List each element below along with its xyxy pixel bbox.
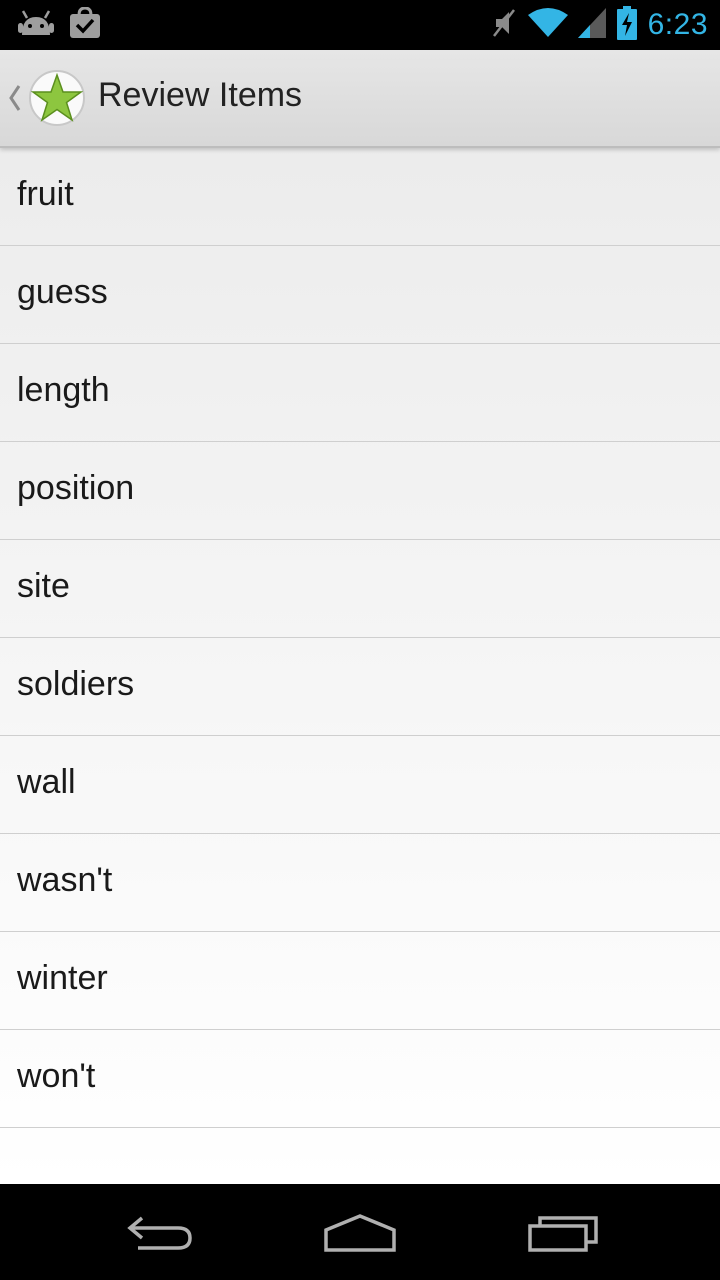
list-item-label: length xyxy=(17,371,110,409)
list-item-label: soldiers xyxy=(17,665,135,703)
list-item-label: position xyxy=(17,469,135,507)
status-bar: 6:23 xyxy=(0,0,720,50)
mute-icon xyxy=(490,7,518,44)
list-item[interactable]: soldiers xyxy=(0,638,720,736)
list-item-label: site xyxy=(17,567,70,605)
action-bar: Review Items xyxy=(0,50,720,148)
list-item-label: winter xyxy=(17,959,108,997)
list-item-label: fruit xyxy=(17,175,74,213)
list-item[interactable]: winter xyxy=(0,932,720,1030)
list-item[interactable]: position xyxy=(0,442,720,540)
signal-icon xyxy=(577,7,606,44)
green-star-icon[interactable] xyxy=(28,69,86,127)
review-items-list: fruit guess length position site soldier… xyxy=(0,148,720,1184)
list-item[interactable]: wasn't xyxy=(0,834,720,932)
notification-icons xyxy=(18,5,102,44)
list-item[interactable]: wall xyxy=(0,736,720,834)
list-item[interactable]: won't xyxy=(0,1030,720,1128)
list-item-label: wall xyxy=(17,763,76,801)
list-item[interactable]: length xyxy=(0,344,720,442)
system-icons: 6:23 xyxy=(490,5,708,45)
shopping-bag-icon xyxy=(68,5,102,44)
wifi-icon xyxy=(527,7,568,44)
clock: 6:23 xyxy=(647,8,708,41)
list-item[interactable]: guess xyxy=(0,246,720,344)
recent-apps-icon[interactable] xyxy=(524,1206,604,1258)
list-item-label: guess xyxy=(17,273,108,311)
android-icon xyxy=(18,9,54,42)
list-item-label: wasn't xyxy=(17,861,113,899)
list-item-label: won't xyxy=(17,1057,96,1095)
list-item[interactable]: site xyxy=(0,540,720,638)
list-item[interactable]: fruit xyxy=(0,148,720,246)
home-icon[interactable] xyxy=(320,1206,400,1258)
up-caret-icon[interactable] xyxy=(6,81,24,115)
navigation-bar xyxy=(0,1184,720,1280)
back-icon[interactable] xyxy=(120,1206,200,1258)
page-title: Review Items xyxy=(98,76,303,114)
battery-charging-icon xyxy=(616,5,638,45)
